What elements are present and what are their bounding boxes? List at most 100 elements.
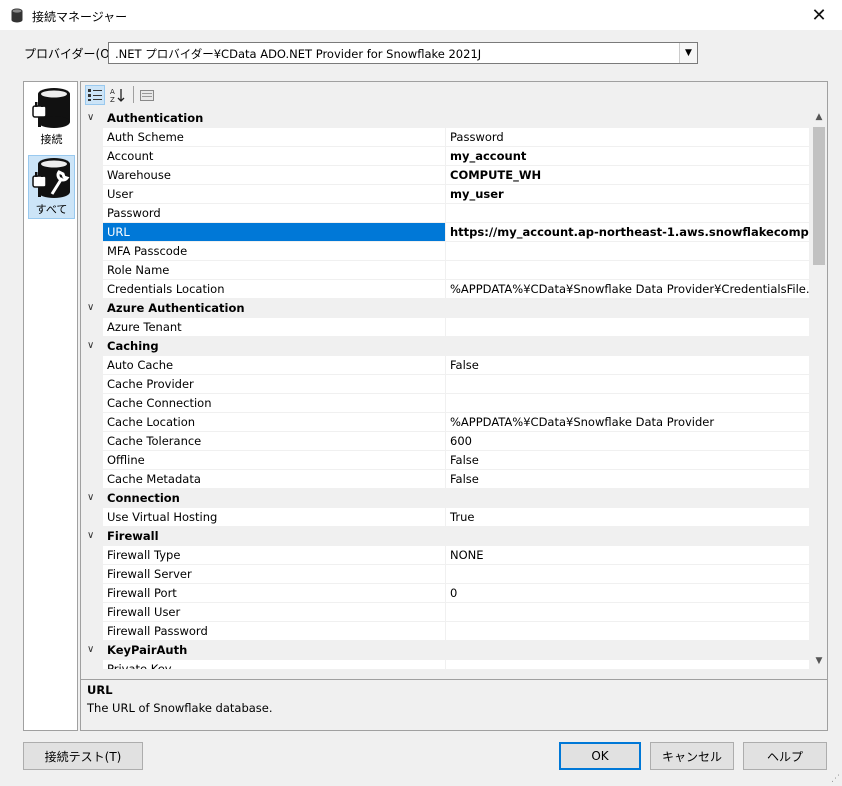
collapse-chevron-icon[interactable]: ∨ <box>87 492 94 503</box>
property-pages-button[interactable] <box>137 85 157 105</box>
alphabetical-sort-button[interactable]: A Z <box>108 85 128 105</box>
property-value[interactable] <box>446 603 809 622</box>
property-row[interactable]: Firewall Password <box>81 622 809 641</box>
scroll-down-icon[interactable]: ▼ <box>811 653 827 669</box>
property-value[interactable] <box>446 375 809 394</box>
property-row[interactable]: Credentials Location %APPDATA%¥CData¥Snow… <box>81 280 809 299</box>
close-button[interactable]: ✕ <box>796 0 842 31</box>
property-name[interactable]: Credentials Location <box>103 280 446 299</box>
category-row[interactable]: ∨ Connection <box>81 489 809 508</box>
property-name[interactable]: MFA Passcode <box>103 242 446 261</box>
property-row[interactable]: Private Key <box>81 660 809 669</box>
property-value[interactable]: False <box>446 451 809 470</box>
chevron-down-icon[interactable]: ▼ <box>679 43 697 63</box>
collapse-chevron-icon[interactable]: ∨ <box>87 302 94 313</box>
property-value[interactable] <box>446 394 809 413</box>
property-row[interactable]: Role Name <box>81 261 809 280</box>
collapse-chevron-icon[interactable]: ∨ <box>87 530 94 541</box>
property-name[interactable]: Account <box>103 147 446 166</box>
property-value[interactable]: Password <box>446 128 809 147</box>
property-value[interactable]: my_user <box>446 185 809 204</box>
property-name[interactable]: Role Name <box>103 261 446 280</box>
property-value[interactable]: https://my_account.ap-northeast-1.aws.sn… <box>446 223 809 242</box>
property-row[interactable]: Cache Provider <box>81 375 809 394</box>
property-name[interactable]: Private Key <box>103 660 446 669</box>
property-row[interactable]: Auto Cache False <box>81 356 809 375</box>
sidebar-item-all[interactable]: すべて <box>28 155 75 219</box>
property-name[interactable]: Use Virtual Hosting <box>103 508 446 527</box>
property-value[interactable]: COMPUTE_WH <box>446 166 809 185</box>
property-value[interactable]: True <box>446 508 809 527</box>
property-row[interactable]: Password <box>81 204 809 223</box>
property-name[interactable]: Firewall Port <box>103 584 446 603</box>
property-value[interactable] <box>446 660 809 669</box>
scrollbar-thumb[interactable] <box>813 127 825 265</box>
property-name[interactable]: Firewall Type <box>103 546 446 565</box>
property-row[interactable]: Cache Metadata False <box>81 470 809 489</box>
property-name[interactable]: Cache Tolerance <box>103 432 446 451</box>
cancel-button[interactable]: キャンセル <box>650 742 734 770</box>
property-value[interactable]: 0 <box>446 584 809 603</box>
category-row[interactable]: ∨ Authentication <box>81 109 809 128</box>
collapse-chevron-icon[interactable]: ∨ <box>87 644 94 655</box>
property-row[interactable]: Account my_account <box>81 147 809 166</box>
property-value[interactable]: %APPDATA%¥CData¥Snowflake Data Provider¥… <box>446 280 809 299</box>
property-row[interactable]: Firewall Port 0 <box>81 584 809 603</box>
property-value[interactable] <box>446 622 809 641</box>
property-name[interactable]: User <box>103 185 446 204</box>
property-name[interactable]: Cache Provider <box>103 375 446 394</box>
property-value[interactable]: False <box>446 470 809 489</box>
help-button[interactable]: ヘルプ <box>743 742 827 770</box>
property-row[interactable]: Cache Tolerance 600 <box>81 432 809 451</box>
property-row[interactable]: Auth Scheme Password <box>81 128 809 147</box>
category-row[interactable]: ∨ Caching <box>81 337 809 356</box>
property-name[interactable]: Firewall Server <box>103 565 446 584</box>
category-row[interactable]: ∨ Azure Authentication <box>81 299 809 318</box>
property-name[interactable]: Cache Metadata <box>103 470 446 489</box>
property-value[interactable]: NONE <box>446 546 809 565</box>
property-row[interactable]: Firewall Type NONE <box>81 546 809 565</box>
scroll-up-icon[interactable]: ▲ <box>811 109 827 125</box>
property-row[interactable]: Offline False <box>81 451 809 470</box>
sidebar-item-connection[interactable]: 接続 <box>28 86 75 150</box>
property-value[interactable] <box>446 261 809 280</box>
property-name[interactable]: Cache Connection <box>103 394 446 413</box>
category-row[interactable]: ∨ KeyPairAuth <box>81 641 809 660</box>
collapse-chevron-icon[interactable]: ∨ <box>87 112 94 123</box>
property-name[interactable]: Password <box>103 204 446 223</box>
resize-grip-icon[interactable]: ⋰ <box>831 774 840 784</box>
property-value[interactable]: %APPDATA%¥CData¥Snowflake Data Provider <box>446 413 809 432</box>
property-value[interactable]: False <box>446 356 809 375</box>
property-value[interactable]: my_account <box>446 147 809 166</box>
property-row[interactable]: Cache Connection <box>81 394 809 413</box>
property-name[interactable]: Auto Cache <box>103 356 446 375</box>
ok-button[interactable]: OK <box>559 742 641 770</box>
property-row[interactable]: Firewall Server <box>81 565 809 584</box>
property-row[interactable]: User my_user <box>81 185 809 204</box>
provider-select[interactable]: .NET プロバイダー¥CData ADO.NET Provider for S… <box>108 42 698 64</box>
property-name[interactable]: Firewall User <box>103 603 446 622</box>
property-value[interactable] <box>446 318 809 337</box>
property-value[interactable] <box>446 565 809 584</box>
property-row[interactable]: Cache Location %APPDATA%¥CData¥Snowflake … <box>81 413 809 432</box>
categorized-view-button[interactable] <box>85 85 105 105</box>
vertical-scrollbar[interactable]: ▲ ▼ <box>811 109 827 669</box>
property-name[interactable]: Warehouse <box>103 166 446 185</box>
property-name[interactable]: Cache Location <box>103 413 446 432</box>
collapse-chevron-icon[interactable]: ∨ <box>87 340 94 351</box>
property-name[interactable]: Offline <box>103 451 446 470</box>
property-row[interactable]: Firewall User <box>81 603 809 622</box>
property-value[interactable]: 600 <box>446 432 809 451</box>
property-row[interactable]: Warehouse COMPUTE_WH <box>81 166 809 185</box>
property-row[interactable]: MFA Passcode <box>81 242 809 261</box>
property-value[interactable] <box>446 242 809 261</box>
property-row[interactable]: Use Virtual Hosting True <box>81 508 809 527</box>
property-row[interactable]: Azure Tenant <box>81 318 809 337</box>
property-name[interactable]: Azure Tenant <box>103 318 446 337</box>
test-connection-button[interactable]: 接続テスト(T) <box>23 742 143 770</box>
property-value[interactable] <box>446 204 809 223</box>
property-name[interactable]: Firewall Password <box>103 622 446 641</box>
property-name[interactable]: URL <box>103 223 446 242</box>
property-name[interactable]: Auth Scheme <box>103 128 446 147</box>
property-row[interactable]: URL https://my_account.ap-northeast-1.aws… <box>81 223 809 242</box>
